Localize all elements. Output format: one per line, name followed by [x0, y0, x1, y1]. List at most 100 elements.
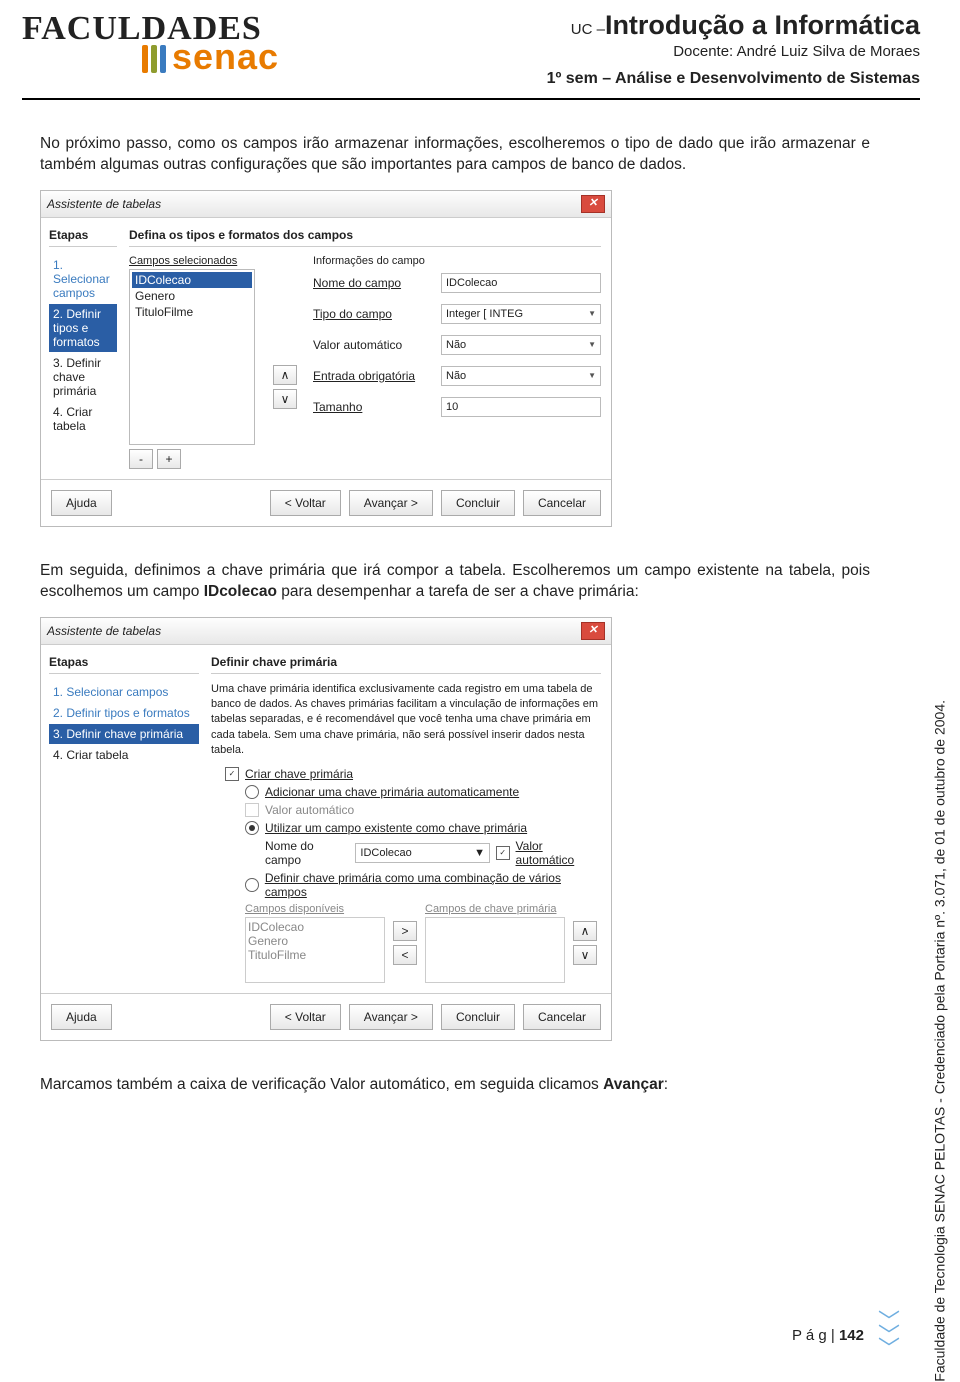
page-header: FACULDADES senac UC –Introdução a Inform…: [0, 0, 960, 92]
logo-text-2: senac: [142, 36, 382, 78]
tipo-label: Tipo do campo: [313, 307, 433, 321]
nome-input[interactable]: IDColecao: [441, 273, 601, 293]
nome-label: Nome do campo: [313, 276, 433, 290]
opt-existing-auto-label: Valor automático: [516, 839, 601, 867]
move-down-button[interactable]: ∨: [273, 389, 297, 409]
opt-auto-radio[interactable]: [245, 785, 259, 799]
next-button[interactable]: Avançar >: [349, 490, 433, 516]
paragraph-1: No próximo passo, como os campos irão ar…: [40, 134, 870, 176]
chevron-down-icon: ▼: [588, 340, 596, 349]
req-label: Entrada obrigatória: [313, 369, 433, 383]
page-footer: P á g | 142 ﹀﹀﹀: [792, 1315, 900, 1355]
pk-fields-listbox: [425, 917, 565, 983]
step-3[interactable]: 3. Definir chave primária: [49, 353, 117, 401]
opt-existing-radio[interactable]: [245, 821, 259, 835]
req-select[interactable]: Não▼: [441, 366, 601, 386]
pk-fields: Campos de chave primária: [425, 903, 565, 983]
pk-fields-label: Campos de chave primária: [425, 903, 565, 915]
step-4[interactable]: 4. Criar tabela: [49, 402, 117, 436]
header-divider: [22, 98, 920, 100]
selected-fields-label: Campos selecionados: [129, 255, 259, 267]
auto-select[interactable]: Não▼: [441, 335, 601, 355]
add-field-button[interactable]: +: [157, 449, 181, 469]
list-item[interactable]: Genero: [132, 288, 252, 304]
auto-label: Valor automático: [313, 338, 433, 352]
steps-heading: Etapas: [49, 655, 199, 674]
cancel-button[interactable]: Cancelar: [523, 1004, 601, 1030]
wizard-2-subtitle: Definir chave primária: [211, 655, 601, 674]
wizard-2-main: Definir chave primária Uma chave primári…: [207, 645, 611, 993]
docente-line: Docente: André Luiz Silva de Moraes: [382, 43, 920, 60]
move-field-buttons: > <: [393, 903, 417, 983]
finish-button[interactable]: Concluir: [441, 1004, 515, 1030]
wizard-2-steps: Etapas 1. Selecionar campos 2. Definir t…: [41, 645, 207, 993]
wizard-1-main: Defina os tipos e formatos dos campos Ca…: [125, 218, 611, 479]
wizard-1-titlebar: Assistente de tabelas ✕: [41, 191, 611, 218]
next-button[interactable]: Avançar >: [349, 1004, 433, 1030]
available-fields-label: Campos disponíveis: [245, 903, 385, 915]
create-pk-checkbox[interactable]: [225, 767, 239, 781]
steps-heading: Etapas: [49, 228, 117, 247]
paragraph-3: Marcamos também a caixa de verificação V…: [40, 1075, 870, 1096]
chevron-down-icon: ▼: [588, 371, 596, 380]
close-icon[interactable]: ✕: [581, 195, 605, 213]
opt-combo-radio[interactable]: [245, 878, 259, 892]
size-input[interactable]: 10: [441, 397, 601, 417]
pk-move-up-button[interactable]: ∧: [573, 921, 597, 941]
wizard-1-title: Assistente de tabelas: [47, 197, 161, 211]
help-button[interactable]: Ajuda: [51, 490, 112, 516]
reorder-buttons: ∧ ∨: [273, 365, 297, 469]
close-icon[interactable]: ✕: [581, 622, 605, 640]
step-1[interactable]: 1. Selecionar campos: [49, 255, 117, 303]
available-fields: Campos disponíveis IDColecao Genero Titu…: [245, 903, 385, 983]
wizard-2-desc: Uma chave primária identifica exclusivam…: [211, 682, 601, 759]
list-item: Genero: [248, 934, 382, 948]
cancel-button[interactable]: Cancelar: [523, 490, 601, 516]
help-button[interactable]: Ajuda: [51, 1004, 112, 1030]
create-pk-label: Criar chave primária: [245, 767, 353, 781]
step-3[interactable]: 3. Definir chave primária: [49, 724, 199, 744]
logo: FACULDADES senac: [22, 10, 382, 88]
step-1[interactable]: 1. Selecionar campos: [49, 682, 199, 702]
opt-existing-field-label: Nome do campo: [265, 839, 349, 867]
page-number: P á g | 142: [792, 1327, 864, 1344]
back-button[interactable]: < Voltar: [270, 490, 341, 516]
list-item: IDColecao: [248, 920, 382, 934]
opt-auto-sub-label: Valor automático: [265, 803, 354, 817]
finish-button[interactable]: Concluir: [441, 490, 515, 516]
back-button[interactable]: < Voltar: [270, 1004, 341, 1030]
paragraph-2: Em seguida, definimos a chave primária q…: [40, 561, 870, 603]
move-left-button[interactable]: <: [393, 945, 417, 965]
semestre-line: 1º sem – Análise e Desenvolvimento de Si…: [382, 70, 920, 88]
step-2[interactable]: 2. Definir tipos e formatos: [49, 703, 199, 723]
wizard-1-subtitle: Defina os tipos e formatos dos campos: [129, 228, 601, 247]
pk-move-down-button[interactable]: ∨: [573, 945, 597, 965]
remove-field-button[interactable]: -: [129, 449, 153, 469]
opt-auto-label: Adicionar uma chave primária automaticam…: [265, 785, 519, 799]
uc-line: UC –Introdução a Informática: [382, 10, 920, 41]
move-up-button[interactable]: ∧: [273, 365, 297, 385]
list-item: TituloFilme: [248, 948, 382, 962]
header-title-col: UC –Introdução a Informática Docente: An…: [382, 10, 920, 88]
step-4[interactable]: 4. Criar tabela: [49, 745, 199, 765]
selected-fields-col: Campos selecionados IDColecao Genero Tit…: [129, 255, 259, 469]
move-right-button[interactable]: >: [393, 921, 417, 941]
list-item[interactable]: TituloFilme: [132, 304, 252, 320]
field-info-title: Informações do campo: [307, 255, 601, 267]
wizard-2-title: Assistente de tabelas: [47, 624, 161, 638]
logo-bars-icon: [142, 45, 166, 73]
size-label: Tamanho: [313, 400, 433, 414]
selected-fields-listbox[interactable]: IDColecao Genero TituloFilme: [129, 269, 255, 445]
wizard-2-buttons: Ajuda < Voltar Avançar > Concluir Cancel…: [41, 993, 611, 1040]
reorder-pk-buttons: ∧ ∨: [573, 903, 597, 983]
step-2[interactable]: 2. Definir tipos e formatos: [49, 304, 117, 352]
wizard-1-steps: Etapas 1. Selecionar campos 2. Definir t…: [41, 218, 125, 479]
opt-existing-field-select[interactable]: IDColecao▼: [355, 843, 490, 863]
chevron-down-icon: ▼: [588, 309, 596, 318]
tipo-select[interactable]: Integer [ INTEG▼: [441, 304, 601, 324]
wizard-2-titlebar: Assistente de tabelas ✕: [41, 618, 611, 645]
list-item[interactable]: IDColecao: [132, 272, 252, 288]
opt-existing-auto-checkbox[interactable]: [496, 846, 510, 860]
wizard-2-window: Assistente de tabelas ✕ Etapas 1. Seleci…: [40, 617, 612, 1041]
opt-existing-label: Utilizar um campo existente como chave p…: [265, 821, 527, 835]
